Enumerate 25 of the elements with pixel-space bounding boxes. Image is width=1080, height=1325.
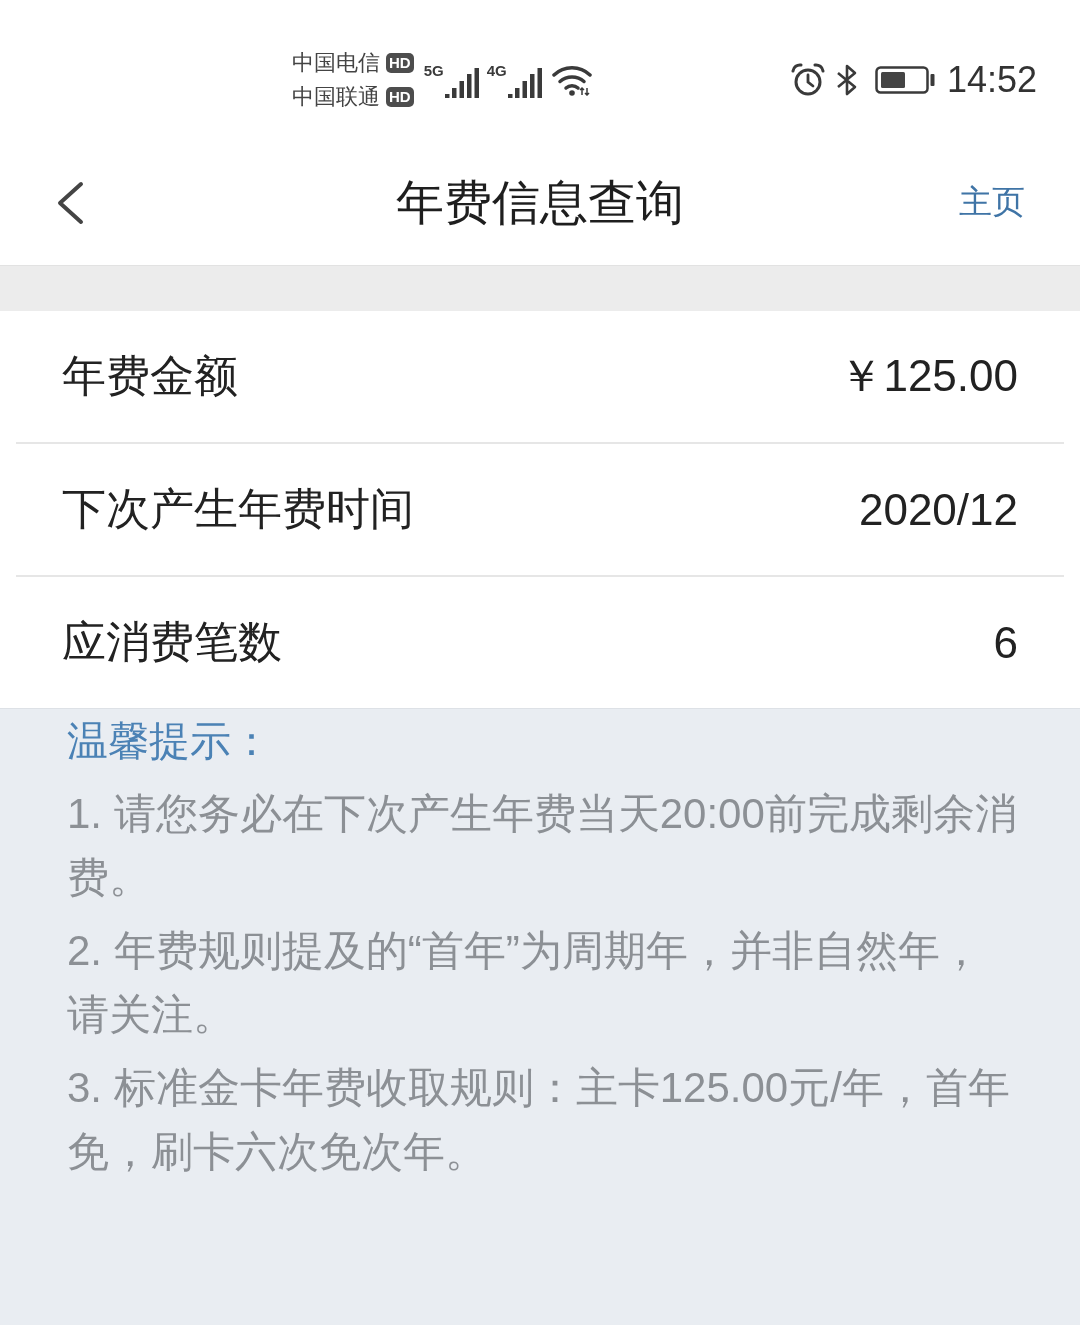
tip-text: 1. 请您务必在下次产生年费当天20:00前完成剩余消费。 [67,789,1018,903]
hd-badge: HD [386,53,414,73]
signal-icon [444,68,479,98]
row-value: 2020/12 [858,484,1018,535]
clock-time: 14:52 [946,60,1037,100]
battery-icon [874,66,935,94]
tip-text: 3. 标准金卡年费收取规则：主卡125.00元/年，首年免，刷卡六次免次年。 [67,1063,1011,1177]
home-link[interactable]: 主页 [959,180,1025,225]
tips-title: 温馨提示： [67,717,273,766]
wifi-icon [551,64,592,96]
carrier-name: 中国电信 [292,49,380,77]
page-title: 年费信息查询 [396,174,684,231]
row-value: ￥125.00 [839,350,1018,402]
alarm-clock-icon [790,63,825,97]
carrier-name: 中国联通 [292,83,380,111]
row-value: 6 [993,617,1018,668]
row-label: 年费金额 [62,350,238,402]
hd-badge: HD [386,87,414,107]
tip-text: 2. 年费规则提及的“首年”为周期年，并非自然年，请关注。 [67,926,983,1040]
row-label: 下次产生年费时间 [62,483,414,535]
back-icon[interactable] [55,180,85,225]
network-label: 5G [423,62,444,80]
network-label: 4G [486,62,507,80]
signal-icon [507,68,542,98]
row-label: 应消费笔数 [62,616,282,668]
